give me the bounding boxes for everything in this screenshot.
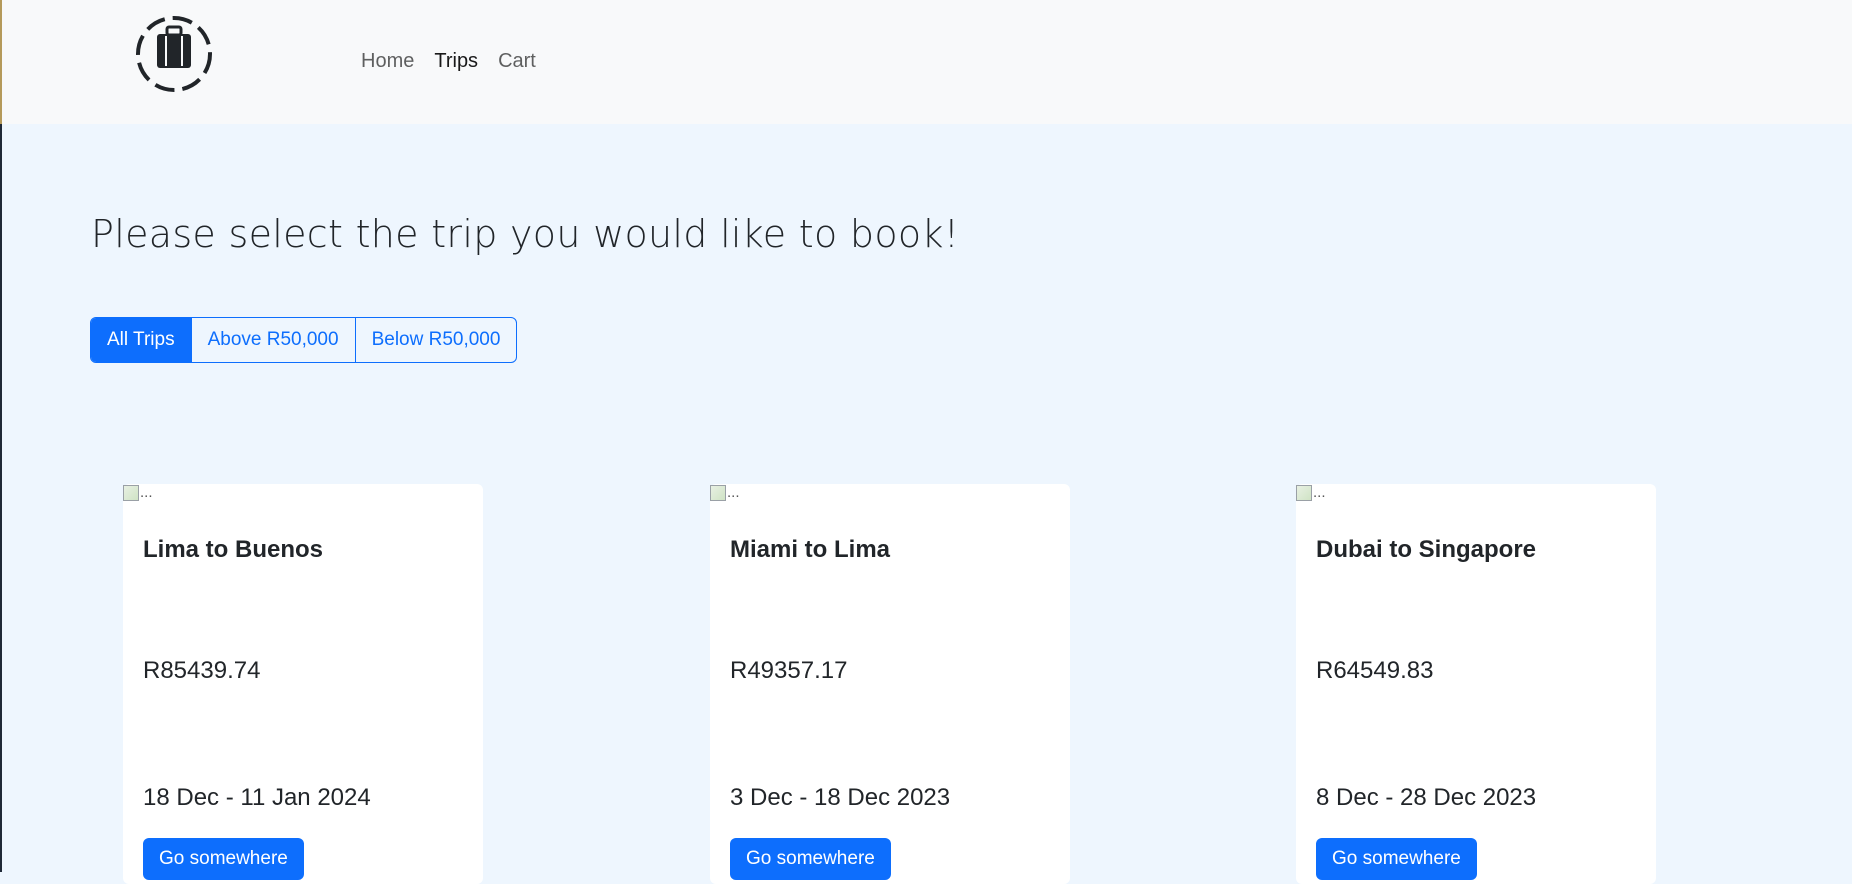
price-filter-group: All Trips Above R50,000 Below R50,000: [90, 317, 518, 363]
page-left-border: [0, 124, 2, 872]
trip-dates: 3 Dec - 18 Dec 2023: [730, 784, 951, 811]
nav-link-trips[interactable]: Trips: [434, 50, 478, 73]
trip-dates: 8 Dec - 28 Dec 2023: [1316, 784, 1537, 811]
trip-image-alt: ...: [140, 484, 153, 501]
suitcase-logo-icon[interactable]: [122, 14, 226, 96]
trip-image-alt: ...: [727, 484, 740, 501]
trip-title: Miami to Lima: [730, 536, 891, 563]
go-somewhere-button[interactable]: Go somewhere: [143, 838, 304, 880]
trip-price: R64549.83: [1316, 657, 1434, 684]
trip-image: ...: [710, 484, 740, 501]
page-title: Please select the trip you would like to…: [91, 212, 960, 256]
trip-price: R49357.17: [730, 657, 848, 684]
trip-image: ...: [123, 484, 153, 501]
nav-link-home[interactable]: Home: [361, 50, 414, 73]
navbar: Home Trips Cart: [0, 0, 1852, 124]
trip-card: ... Miami to Lima R49357.17 3 Dec - 18 D…: [710, 484, 1070, 884]
filter-all-trips-button[interactable]: All Trips: [91, 318, 192, 362]
go-somewhere-button[interactable]: Go somewhere: [1316, 838, 1477, 880]
broken-image-icon: [710, 484, 726, 501]
broken-image-icon: [1296, 484, 1312, 501]
nav-links: Home Trips Cart: [361, 50, 536, 73]
nav-link-cart[interactable]: Cart: [498, 50, 536, 73]
broken-image-icon: [123, 484, 139, 501]
trip-image-alt: ...: [1313, 484, 1326, 501]
filter-below-50000-button[interactable]: Below R50,000: [356, 318, 517, 362]
trip-card: ... Dubai to Singapore R64549.83 8 Dec -…: [1296, 484, 1656, 884]
trip-image: ...: [1296, 484, 1326, 501]
trip-title: Lima to Buenos: [143, 536, 324, 563]
trip-price: R85439.74: [143, 657, 261, 684]
filter-above-50000-button[interactable]: Above R50,000: [192, 318, 356, 362]
go-somewhere-button[interactable]: Go somewhere: [730, 838, 891, 880]
trip-title: Dubai to Singapore: [1316, 536, 1537, 563]
trip-dates: 18 Dec - 11 Jan 2024: [143, 784, 371, 811]
trip-card: ... Lima to Buenos R85439.74 18 Dec - 11…: [123, 484, 483, 884]
